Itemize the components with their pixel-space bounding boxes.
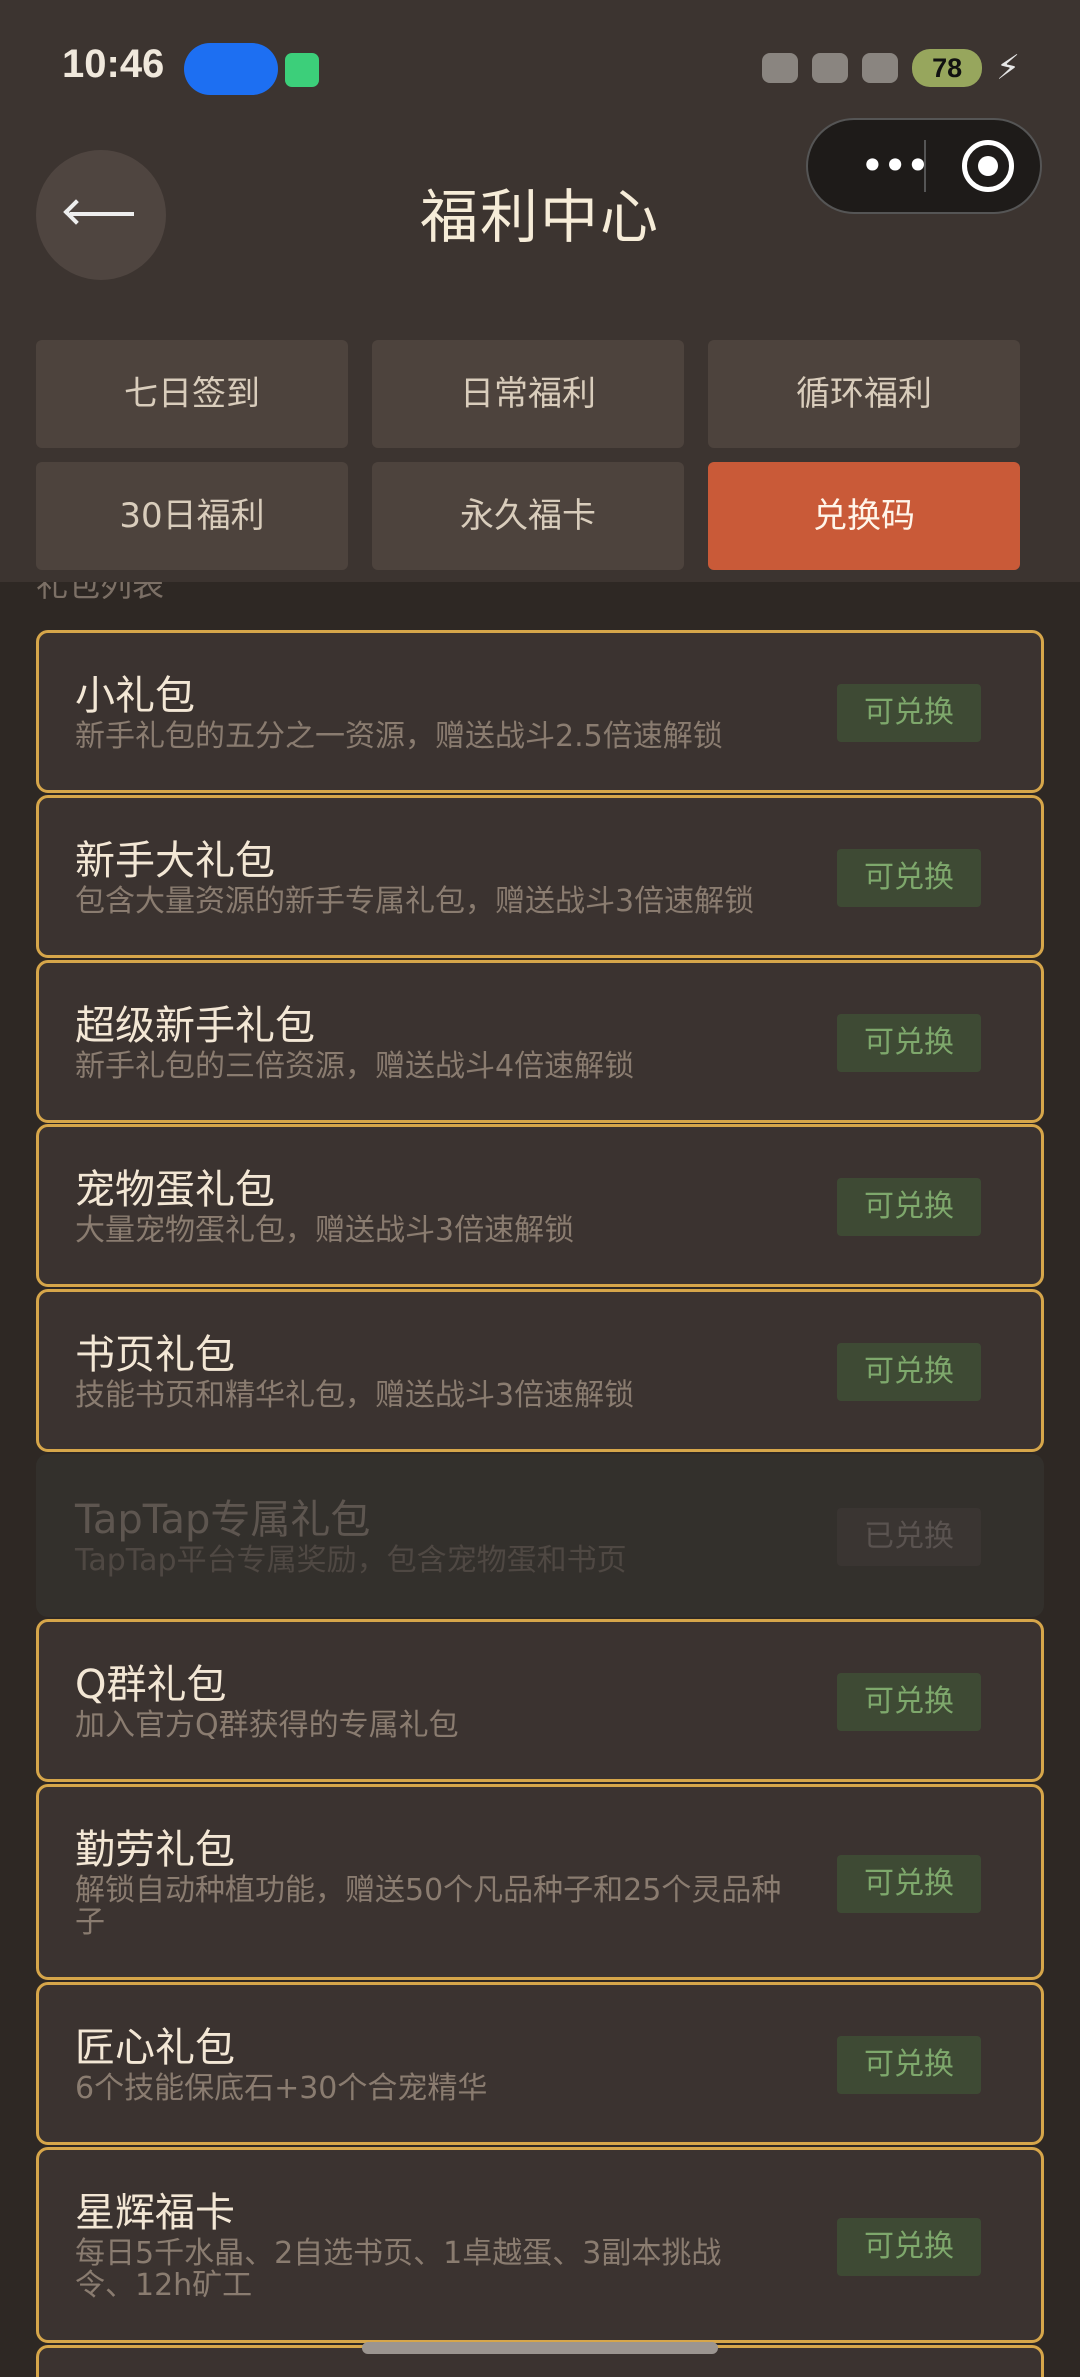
gift-desc: 每日5千水晶、2自选书页、1卓越蛋、3副本挑战令、12h矿工 bbox=[75, 2236, 722, 2303]
page: 10:46 78 ⚡ 福利中心 ••• 七日签到 日常福利 循环福利 30日福利… bbox=[0, 0, 1080, 2377]
gift-desc: TapTap平台专属奖励，包含宠物蛋和书页 bbox=[75, 1543, 627, 1578]
tabs-area: 七日签到 日常福利 循环福利 30日福利 永久福卡 兑换码 bbox=[0, 320, 1080, 582]
gift-card: 超级新手礼包 新手礼包的三倍资源，赠送战斗4倍速解锁 可兑换 bbox=[36, 960, 1044, 1123]
gift-name: 宠物蛋礼包 bbox=[75, 1167, 275, 1213]
gift-desc: 6个技能保底石+30个合宠精华 bbox=[75, 2071, 488, 2106]
gift-name: 匠心礼包 bbox=[75, 2025, 235, 2071]
gift-name: 新手大礼包 bbox=[75, 838, 275, 884]
gift-desc: 包含大量资源的新手专属礼包，赠送战斗3倍速解锁 bbox=[75, 884, 755, 919]
gift-desc: 解锁自动种植功能，赠送50个凡品种子和25个灵品种子 bbox=[75, 1873, 782, 1940]
tab-permanent-card[interactable]: 永久福卡 bbox=[372, 462, 684, 570]
gift-name: 书页礼包 bbox=[75, 1332, 235, 1378]
redeem-button[interactable]: 可兑换 bbox=[837, 2036, 981, 2094]
gift-name: 星辉福卡 bbox=[75, 2190, 235, 2236]
tab-cyclic-welfare[interactable]: 循环福利 bbox=[708, 340, 1020, 448]
gift-name: 小礼包 bbox=[75, 673, 195, 719]
hotspot-icon bbox=[184, 43, 278, 95]
alarm-icon bbox=[762, 53, 799, 83]
gift-card: 星辉福卡 每日5千水晶、2自选书页、1卓越蛋、3副本挑战令、12h矿工 可兑换 bbox=[36, 2147, 1044, 2343]
gift-desc: 新手礼包的五分之一资源，赠送战斗2.5倍速解锁 bbox=[75, 719, 723, 754]
gift-name: Q群礼包 bbox=[75, 1662, 227, 1708]
signal-icon bbox=[862, 53, 899, 83]
tab-30-day-welfare[interactable]: 30日福利 bbox=[36, 462, 348, 570]
status-icons: 78 ⚡ bbox=[762, 48, 1020, 88]
bolt-icon: ⚡ bbox=[996, 48, 1020, 88]
charging-icon bbox=[285, 53, 319, 87]
capsule-divider bbox=[924, 140, 926, 192]
silent-icon bbox=[812, 53, 849, 83]
gift-desc: 技能书页和精华礼包，赠送战斗3倍速解锁 bbox=[75, 1378, 635, 1413]
gift-desc: 新手礼包的三倍资源，赠送战斗4倍速解锁 bbox=[75, 1049, 635, 1084]
battery-icon: 78 bbox=[912, 49, 983, 87]
redeem-button[interactable]: 可兑换 bbox=[837, 1855, 981, 1913]
tab-seven-day-signin[interactable]: 七日签到 bbox=[36, 340, 348, 448]
gift-card-redeemed: TapTap专属礼包 TapTap平台专属奖励，包含宠物蛋和书页 已兑换 bbox=[36, 1454, 1044, 1617]
gift-card: 新手大礼包 包含大量资源的新手专属礼包，赠送战斗3倍速解锁 可兑换 bbox=[36, 795, 1044, 958]
gift-desc: 大量宠物蛋礼包，赠送战斗3倍速解锁 bbox=[75, 1213, 575, 1248]
redeemed-button: 已兑换 bbox=[837, 1508, 981, 1566]
gift-card: 宠物蛋礼包 大量宠物蛋礼包，赠送战斗3倍速解锁 可兑换 bbox=[36, 1124, 1044, 1287]
gift-card: 勤劳礼包 解锁自动种植功能，赠送50个凡品种子和25个灵品种子 可兑换 bbox=[36, 1784, 1044, 1980]
tab-redeem-code[interactable]: 兑换码 bbox=[708, 462, 1020, 570]
close-miniprogram-icon[interactable] bbox=[962, 140, 1014, 192]
redeem-button[interactable]: 可兑换 bbox=[837, 684, 981, 742]
redeem-button[interactable]: 可兑换 bbox=[837, 1014, 981, 1072]
redeem-button[interactable]: 可兑换 bbox=[837, 1343, 981, 1401]
redeem-button[interactable]: 可兑换 bbox=[837, 1178, 981, 1236]
gift-name: 勤劳礼包 bbox=[75, 1827, 235, 1873]
gift-desc: 加入官方Q群获得的专属礼包 bbox=[75, 1708, 459, 1743]
gift-card: 匠心礼包 6个技能保底石+30个合宠精华 可兑换 bbox=[36, 1982, 1044, 2145]
status-time: 10:46 bbox=[62, 42, 165, 86]
battery-level: 78 bbox=[932, 53, 963, 83]
mini-program-capsule: ••• bbox=[806, 118, 1042, 214]
redeem-button[interactable]: 可兑换 bbox=[837, 1673, 981, 1731]
gift-name: 超级新手礼包 bbox=[75, 1003, 315, 1049]
gift-card: Q群礼包 加入官方Q群获得的专属礼包 可兑换 bbox=[36, 1619, 1044, 1782]
tab-daily-welfare[interactable]: 日常福利 bbox=[372, 340, 684, 448]
gift-name: TapTap专属礼包 bbox=[75, 1497, 371, 1543]
redeem-button[interactable]: 可兑换 bbox=[837, 849, 981, 907]
gift-card: 小礼包 新手礼包的五分之一资源，赠送战斗2.5倍速解锁 可兑换 bbox=[36, 630, 1044, 793]
gift-card: 书页礼包 技能书页和精华礼包，赠送战斗3倍速解锁 可兑换 bbox=[36, 1289, 1044, 1452]
more-icon[interactable]: ••• bbox=[860, 145, 930, 187]
redeem-button[interactable]: 可兑换 bbox=[837, 2218, 981, 2276]
home-indicator bbox=[362, 2342, 718, 2354]
